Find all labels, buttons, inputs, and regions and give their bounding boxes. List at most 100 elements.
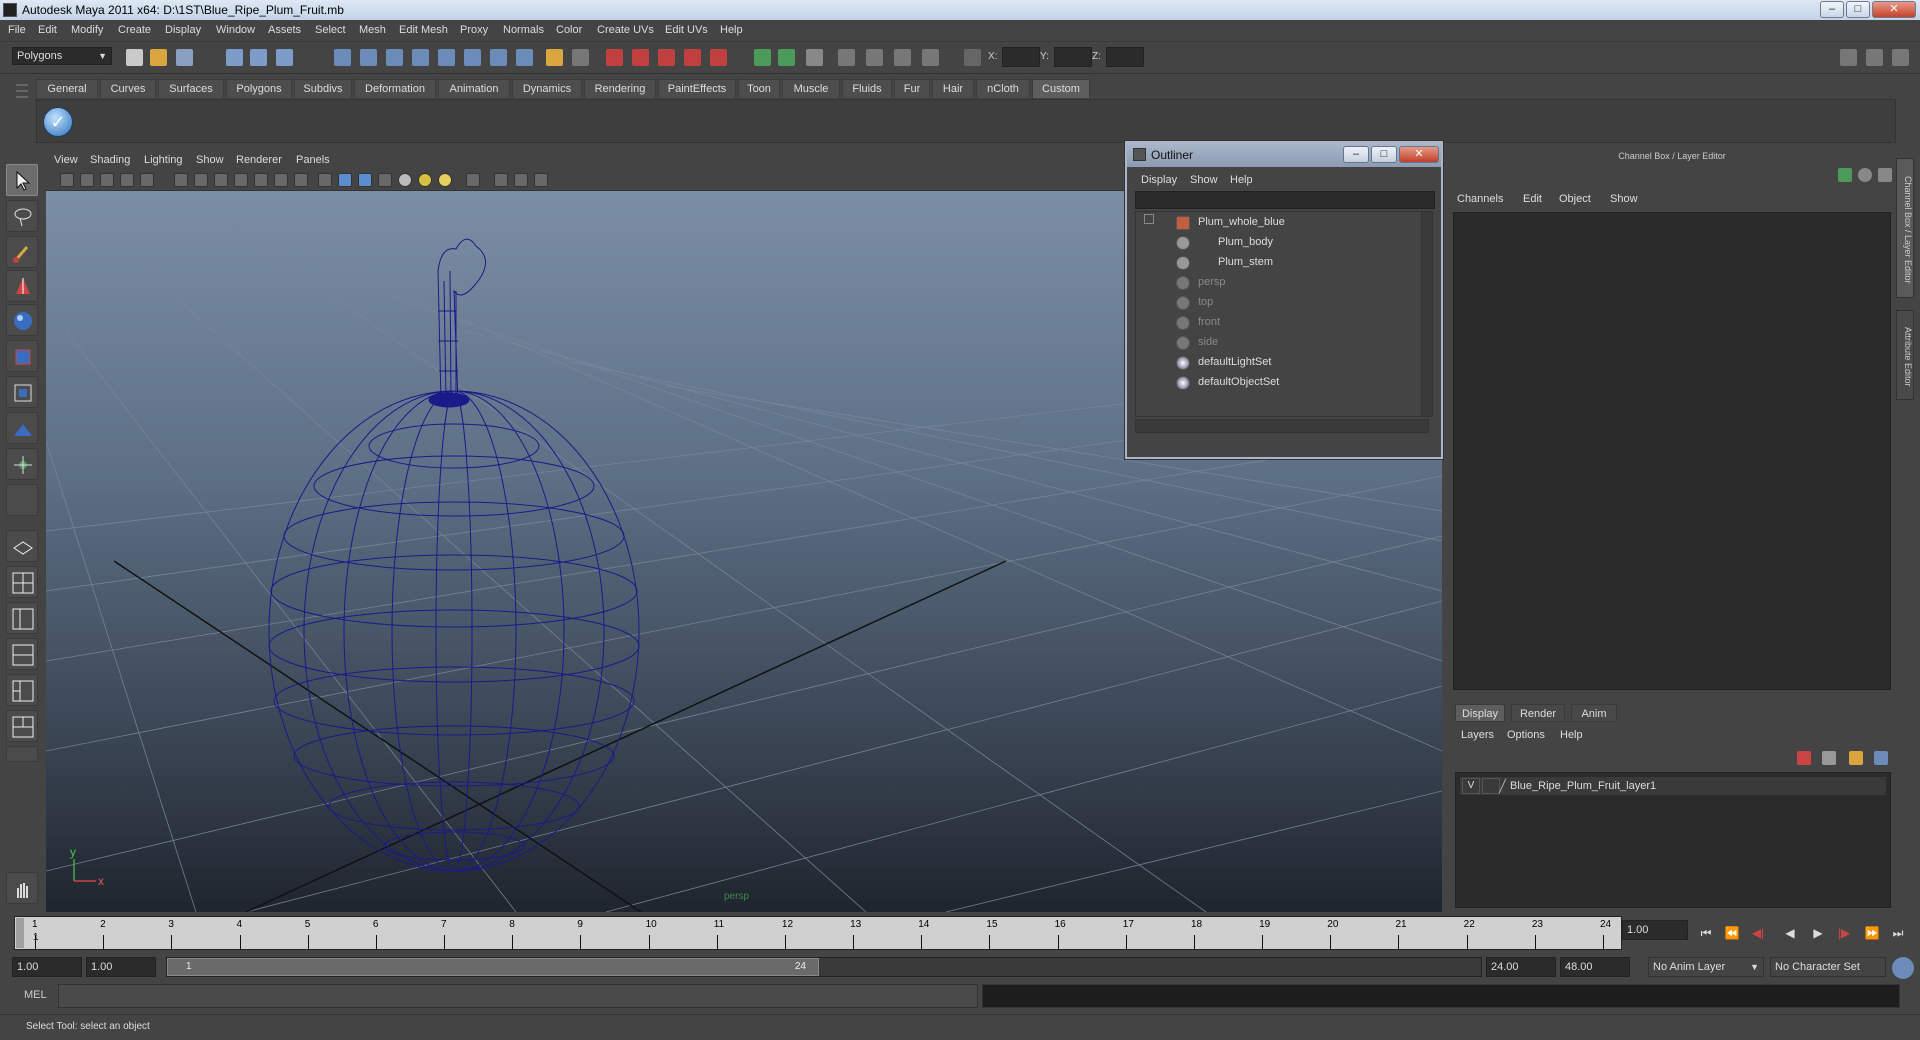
channelbox-menu-channels[interactable]: Channels xyxy=(1457,193,1503,205)
channelbox-pin-icon[interactable] xyxy=(1878,168,1892,182)
outliner-menu-show[interactable]: Show xyxy=(1190,174,1218,186)
menu-mesh[interactable]: Mesh xyxy=(359,24,386,36)
tab-custom[interactable]: Custom xyxy=(1032,79,1090,98)
tab-subdivs[interactable]: Subdivs xyxy=(294,79,352,98)
snap-surface-icon[interactable] xyxy=(438,49,455,66)
use-all-lights-icon[interactable] xyxy=(398,173,412,187)
tab-hair[interactable]: Hair xyxy=(932,79,974,98)
gate-mask-icon[interactable] xyxy=(234,173,248,187)
tab-curves[interactable]: Curves xyxy=(100,79,156,98)
tab-fur[interactable]: Fur xyxy=(894,79,930,98)
layer-menu-layers[interactable]: Layers xyxy=(1461,729,1494,741)
outliner-menu-display[interactable]: Display xyxy=(1141,174,1177,186)
hypershade-icon[interactable] xyxy=(684,49,701,66)
outliner-toolbar-icon[interactable] xyxy=(838,49,855,66)
new-layer-empty-icon[interactable] xyxy=(1797,751,1811,765)
outliner-maximize-button[interactable]: □ xyxy=(1371,146,1397,163)
ipr-render-icon[interactable] xyxy=(632,49,649,66)
move-layer-down-icon[interactable] xyxy=(1874,751,1888,765)
quick-layout-button[interactable] xyxy=(6,872,38,904)
tab-display-layers[interactable]: Display xyxy=(1455,704,1505,722)
outliner-vertical-scrollbar[interactable] xyxy=(1421,211,1433,417)
resolution-gate-icon[interactable] xyxy=(214,173,228,187)
animation-end-field[interactable]: 48.00 xyxy=(1560,957,1630,977)
menu-set-selector[interactable]: Polygons ▼ xyxy=(12,47,112,65)
default-light-icon[interactable] xyxy=(418,173,432,187)
render-view-icon[interactable] xyxy=(710,49,727,66)
tab-ncloth[interactable]: nCloth xyxy=(976,79,1030,98)
maximize-button[interactable]: □ xyxy=(1846,1,1870,18)
safe-action-icon[interactable] xyxy=(274,173,288,187)
range-slider[interactable]: 1 24 xyxy=(166,957,1482,977)
outliner-horizontal-scrollbar[interactable] xyxy=(1135,419,1429,433)
tab-channel-box[interactable]: Channel Box / Layer Editor xyxy=(1896,158,1914,298)
xray-joints-icon[interactable] xyxy=(514,173,528,187)
tab-fluids[interactable]: Fluids xyxy=(842,79,892,98)
current-time-field[interactable]: 1.00 xyxy=(1622,920,1688,940)
tab-polygons[interactable]: Polygons xyxy=(226,79,292,98)
shadows-icon[interactable] xyxy=(438,173,452,187)
outliner-filter-input[interactable] xyxy=(1135,191,1435,209)
panel-menu-view[interactable]: View xyxy=(54,154,78,166)
textured-icon[interactable] xyxy=(378,173,392,187)
tab-toon[interactable]: Toon xyxy=(738,79,780,98)
step-forward-frame-button[interactable]: |▶ xyxy=(1834,926,1854,942)
channelbox-menu-show[interactable]: Show xyxy=(1610,193,1638,205)
panel-menu-panels[interactable]: Panels xyxy=(296,154,330,166)
step-back-frame-button[interactable]: ◀| xyxy=(1748,926,1768,942)
select-hierarchy-icon[interactable] xyxy=(226,49,243,66)
toggle-channelbox-icon[interactable] xyxy=(1892,49,1909,66)
menu-edit[interactable]: Edit xyxy=(38,24,57,36)
snap-grid-icon[interactable] xyxy=(334,49,351,66)
tab-painteffects[interactable]: PaintEffects xyxy=(658,79,736,98)
universal-manip-button[interactable] xyxy=(6,376,38,408)
select-tool-button[interactable] xyxy=(6,164,38,196)
menu-window[interactable]: Window xyxy=(216,24,255,36)
channelbox-lock-icon[interactable] xyxy=(1838,168,1852,182)
outliner-close-button[interactable]: ✕ xyxy=(1399,146,1439,163)
camera-attributes-icon[interactable] xyxy=(80,173,94,187)
layout-graph-button[interactable] xyxy=(6,638,38,670)
graph-editor-icon[interactable] xyxy=(866,49,883,66)
y-input[interactable] xyxy=(1054,47,1092,67)
layer-menu-options[interactable]: Options xyxy=(1507,729,1545,741)
play-forwards-button[interactable]: ▶ xyxy=(1808,926,1828,942)
panel-menu-renderer[interactable]: Renderer xyxy=(236,154,282,166)
z-input[interactable] xyxy=(1106,47,1144,67)
menu-color[interactable]: Color xyxy=(556,24,582,36)
history-icon[interactable] xyxy=(464,49,481,66)
rotate-tool-button[interactable] xyxy=(6,304,38,336)
outliner-titlebar[interactable]: Outliner – □ ✕ xyxy=(1127,143,1441,167)
go-to-start-button[interactable]: ⏮ xyxy=(1696,926,1716,942)
layer-visibility-toggle[interactable]: V xyxy=(1462,778,1480,794)
xray-icon[interactable] xyxy=(494,173,508,187)
snap-point-icon[interactable] xyxy=(386,49,403,66)
command-language-label[interactable]: MEL xyxy=(24,989,47,1001)
layout-single-button[interactable] xyxy=(6,530,38,562)
move-layer-up-icon[interactable] xyxy=(1849,751,1863,765)
panel-menu-lighting[interactable]: Lighting xyxy=(144,154,183,166)
channelbox-menu-object[interactable]: Object xyxy=(1559,193,1591,205)
isolate-select-icon[interactable] xyxy=(466,173,480,187)
checkmark-icon[interactable]: ✓ xyxy=(43,107,73,137)
snap-curve-icon[interactable] xyxy=(360,49,377,66)
bookmarks-icon[interactable] xyxy=(100,173,114,187)
open-scene-icon[interactable] xyxy=(150,49,167,66)
smooth-shade-icon[interactable] xyxy=(338,173,352,187)
outliner-minimize-button[interactable]: – xyxy=(1343,146,1369,163)
lasso-tool-button[interactable] xyxy=(6,200,38,232)
animation-start-field[interactable]: 1.00 xyxy=(12,957,82,977)
channelbox-menu-edit[interactable]: Edit xyxy=(1523,193,1542,205)
tab-dynamics[interactable]: Dynamics xyxy=(512,79,582,98)
shelf-grip[interactable] xyxy=(14,80,30,140)
soft-mod-button[interactable] xyxy=(6,412,38,444)
tab-surfaces[interactable]: Surfaces xyxy=(158,79,224,98)
tab-rendering[interactable]: Rendering xyxy=(584,79,656,98)
character-set-dropdown[interactable]: No Character Set xyxy=(1770,957,1886,977)
close-button[interactable]: ✕ xyxy=(1872,1,1916,18)
layout-persp-graph-button[interactable] xyxy=(6,710,38,742)
range-slider-handle[interactable]: 1 24 xyxy=(167,958,819,976)
tab-render-layers[interactable]: Render xyxy=(1511,704,1565,722)
x-input[interactable] xyxy=(1002,47,1040,67)
select-camera-icon[interactable] xyxy=(60,173,74,187)
